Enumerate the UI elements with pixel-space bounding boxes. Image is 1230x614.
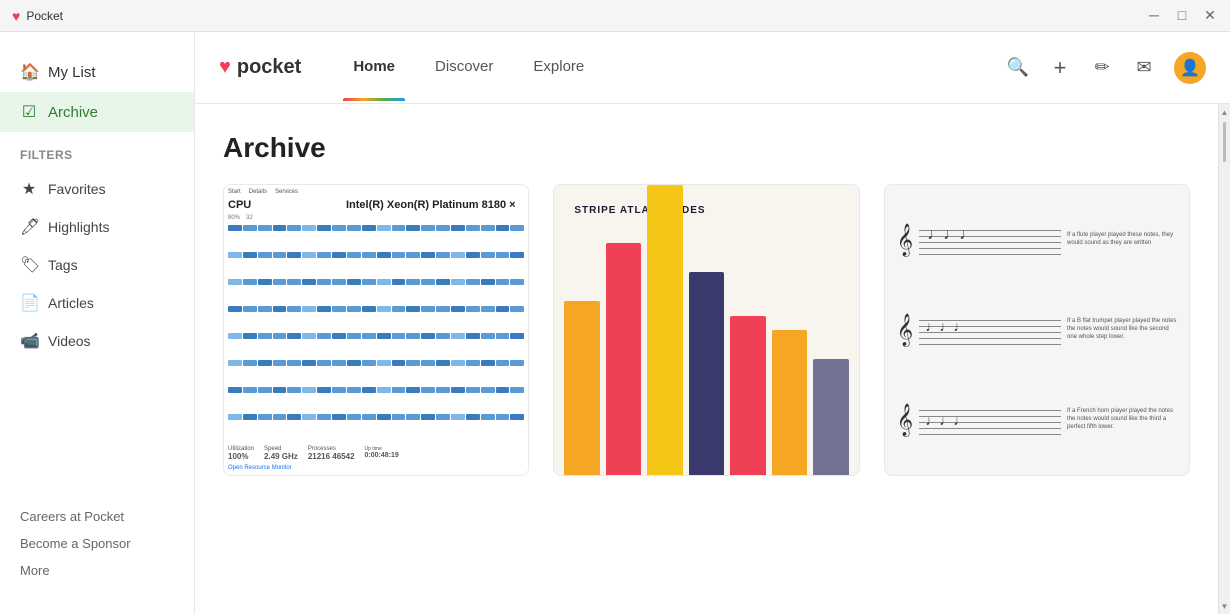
filter-highlights-label: Highlights bbox=[48, 219, 109, 235]
topnav-right: 🔍 + ✏ ✉ 👤 bbox=[1006, 52, 1206, 84]
scroll-up-arrow[interactable]: ▲ bbox=[1219, 104, 1230, 120]
videos-icon: 📹 bbox=[20, 331, 38, 351]
sidebar-archive-label: Archive bbox=[48, 104, 98, 121]
cards-grid: StartDetailsServices CPU Intel(R) Xeon(R… bbox=[223, 184, 1190, 476]
filter-favorites-label: Favorites bbox=[48, 181, 106, 197]
card-windows-kernel[interactable]: StartDetailsServices CPU Intel(R) Xeon(R… bbox=[223, 184, 529, 476]
scroll-down-arrow[interactable]: ▼ bbox=[1219, 598, 1230, 614]
home-icon: 🏠 bbox=[20, 62, 38, 82]
filter-highlights[interactable]: 🖊 Highlights bbox=[0, 208, 194, 246]
filter-videos-label: Videos bbox=[48, 333, 91, 349]
app-body: 🏠 My List ☑ Archive Filters ★ Favorites … bbox=[0, 32, 1230, 614]
card-body: Guide to scaling engineering organizatio… bbox=[554, 475, 858, 476]
edit-icon[interactable]: ✏ bbox=[1090, 57, 1114, 78]
card-thumbnail-cpu: StartDetailsServices CPU Intel(R) Xeon(R… bbox=[224, 185, 528, 475]
titlebar-controls[interactable]: ─ □ ✕ bbox=[1146, 7, 1218, 24]
tab-discover[interactable]: Discover bbox=[415, 32, 513, 104]
avatar-icon: 👤 bbox=[1180, 58, 1200, 78]
main-content: Archive StartDetailsServices CPU Intel(R… bbox=[195, 104, 1218, 614]
card-thumbnail-stripe: STRIPE ATLAS GUIDES bbox=[554, 185, 858, 475]
sidebar-item-archive[interactable]: ☑ Archive bbox=[0, 92, 194, 132]
add-icon[interactable]: + bbox=[1048, 55, 1072, 81]
careers-link[interactable]: Careers at Pocket bbox=[0, 503, 194, 530]
pocket-logo-text: pocket bbox=[237, 56, 301, 79]
highlight-icon: 🖊 bbox=[20, 217, 38, 237]
topnav: ♥ pocket Home Discover Explore 🔍 bbox=[195, 32, 1230, 104]
mail-icon[interactable]: ✉ bbox=[1132, 57, 1156, 78]
archive-icon: ☑ bbox=[20, 102, 38, 122]
card-stripe[interactable]: STRIPE ATLAS GUIDES bbox=[553, 184, 859, 476]
filter-articles-label: Articles bbox=[48, 295, 94, 311]
filter-tags-label: Tags bbox=[48, 257, 78, 273]
card-body: Transposing Instruments opencurriculum.o… bbox=[885, 475, 1189, 476]
sidebar-item-mylist[interactable]: 🏠 My List bbox=[0, 52, 194, 92]
tab-home-label: Home bbox=[353, 58, 395, 75]
card-transposing[interactable]: 𝄞 ♩♩♩ If a flute player played these bbox=[884, 184, 1190, 476]
search-icon[interactable]: 🔍 bbox=[1006, 57, 1030, 78]
scroll-thumb[interactable] bbox=[1223, 122, 1226, 162]
content-area: ♥ pocket Home Discover Explore 🔍 bbox=[195, 32, 1230, 614]
tag-icon: 🏷 bbox=[20, 255, 38, 275]
close-button[interactable]: ✕ bbox=[1202, 7, 1218, 24]
pocket-logo-icon: ♥ bbox=[219, 56, 231, 79]
pocket-title-icon: ♥ bbox=[12, 8, 20, 24]
more-link[interactable]: More bbox=[0, 557, 194, 584]
sidebar-mylist-label: My List bbox=[48, 64, 96, 81]
sidebar-footer: Careers at Pocket Become a Sponsor More bbox=[0, 493, 194, 594]
tab-explore-label: Explore bbox=[533, 58, 584, 75]
filter-favorites[interactable]: ★ Favorites bbox=[0, 170, 194, 208]
filter-tags[interactable]: 🏷 Tags bbox=[0, 246, 194, 284]
filter-videos[interactable]: 📹 Videos bbox=[0, 322, 194, 360]
titlebar-title: Pocket bbox=[26, 9, 63, 23]
card-body: One Windows Kernel techcommunity.microso… bbox=[224, 475, 528, 476]
tab-discover-label: Discover bbox=[435, 58, 493, 75]
page-title: Archive bbox=[223, 132, 1190, 164]
scrollbar[interactable]: ▲ ▼ bbox=[1218, 104, 1230, 614]
tab-home[interactable]: Home bbox=[333, 32, 415, 104]
maximize-button[interactable]: □ bbox=[1174, 7, 1190, 24]
sponsor-link[interactable]: Become a Sponsor bbox=[0, 530, 194, 557]
filters-section-label: Filters bbox=[0, 132, 194, 170]
pocket-logo: ♥ pocket bbox=[219, 56, 301, 79]
nav-tabs: Home Discover Explore bbox=[333, 32, 604, 104]
tab-explore[interactable]: Explore bbox=[513, 32, 604, 104]
card-thumbnail-music: 𝄞 ♩♩♩ If a flute player played these bbox=[885, 185, 1189, 475]
filter-articles[interactable]: 📄 Articles bbox=[0, 284, 194, 322]
titlebar: ♥ Pocket ─ □ ✕ bbox=[0, 0, 1230, 32]
titlebar-left: ♥ Pocket bbox=[12, 8, 63, 24]
star-icon: ★ bbox=[20, 179, 38, 199]
sidebar: 🏠 My List ☑ Archive Filters ★ Favorites … bbox=[0, 32, 195, 614]
minimize-button[interactable]: ─ bbox=[1146, 7, 1162, 24]
articles-icon: 📄 bbox=[20, 293, 38, 313]
topnav-left: ♥ pocket Home Discover Explore bbox=[219, 32, 604, 104]
avatar[interactable]: 👤 bbox=[1174, 52, 1206, 84]
